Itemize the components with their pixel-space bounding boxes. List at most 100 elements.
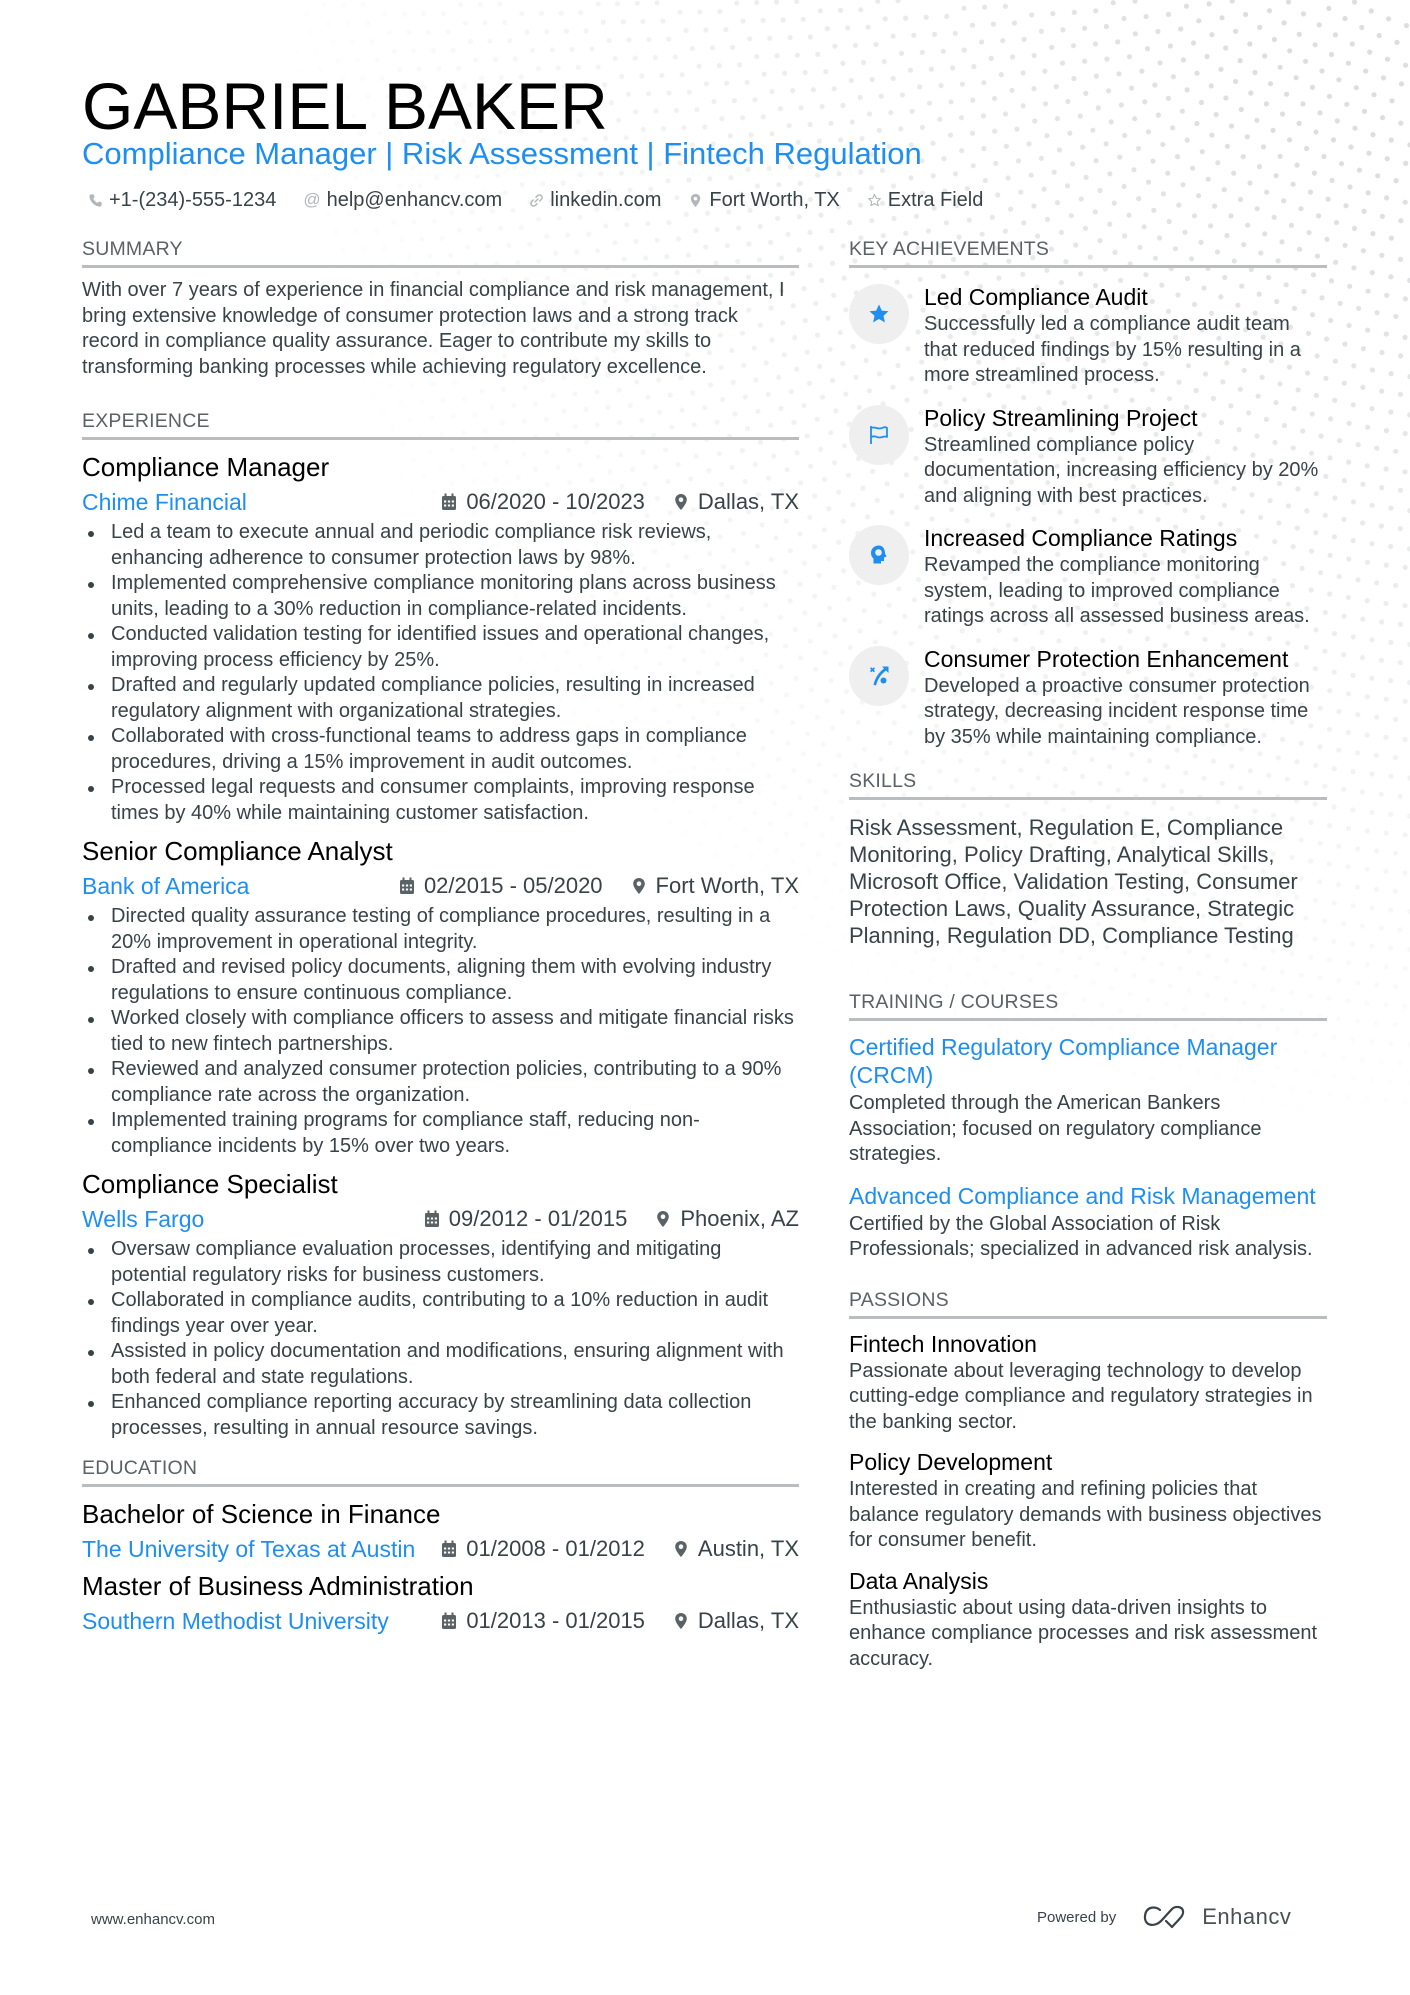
passion-item: Fintech Innovation Passionate about lever… (849, 1329, 1327, 1436)
phone-icon (88, 193, 103, 208)
company-name[interactable]: Chime Financial (82, 489, 441, 516)
location-icon (631, 877, 647, 895)
left-column: SUMMARY With over 7 years of experience … (82, 236, 799, 1641)
calendar-icon (424, 1210, 440, 1228)
footer-powered-by: Powered by Enhancv (1037, 1904, 1291, 1930)
education-location-text: Austin, TX (697, 1536, 799, 1562)
job-location-text: Phoenix, AZ (680, 1206, 799, 1232)
enhancv-logo-icon (1144, 1905, 1185, 1929)
calendar-icon (441, 1612, 457, 1630)
bullet-item: Collaborated in compliance audits, contr… (82, 1288, 799, 1339)
job-meta-row: Bank of America 02/2015 - 05/2020 Fort Wor… (82, 868, 799, 904)
contact-row: +1-(234)-555-1234 @ help@enhancv.com lin… (88, 186, 1010, 214)
education-list: Bachelor of Science in Finance The Univer… (82, 1497, 799, 1639)
achievement-item: Increased Compliance Ratings Revamped the… (849, 523, 1327, 630)
job-location-text: Fort Worth, TX (655, 873, 799, 899)
contact-extra-field: Extra Field (867, 189, 983, 212)
right-column: KEY ACHIEVEMENTS Led Compliance Audit Suc… (849, 236, 1327, 1684)
bullet-item: Oversaw compliance evaluation processes,… (82, 1237, 799, 1288)
achievement-title: Policy Streamlining Project (924, 404, 1198, 431)
passion-title: Fintech Innovation (849, 1330, 1037, 1357)
job-bullets: Oversaw compliance evaluation processes,… (82, 1237, 799, 1441)
job-title: Compliance Manager (82, 452, 330, 483)
training-section: TRAINING / COURSES Certified Regulatory … (849, 989, 1327, 1263)
contact-location: Fort Worth, TX (688, 189, 840, 212)
location-icon (655, 1210, 671, 1228)
education-dates-text: 01/2008 - 01/2012 (466, 1536, 645, 1562)
passions-list: Fintech Innovation Passionate about lever… (849, 1329, 1327, 1673)
passion-item: Policy Development Interested in creating… (849, 1447, 1327, 1554)
education-location: Dallas, TX (673, 1608, 799, 1634)
achievement-title: Consumer Protection Enhancement (924, 645, 1289, 672)
education-entry: Master of Business Administration Souther… (82, 1569, 799, 1639)
flag-icon (849, 404, 909, 465)
location-icon (673, 1612, 689, 1630)
bullet-item: Assisted in policy documentation and mod… (82, 1339, 799, 1390)
bullet-item: Implemented comprehensive compliance mon… (82, 571, 799, 622)
enhancv-logo-text: Enhancv (1202, 1904, 1292, 1929)
job-location-text: Dallas, TX (697, 489, 799, 515)
bullet-item: Enhanced compliance reporting accuracy b… (82, 1390, 799, 1441)
education-location: Austin, TX (673, 1536, 799, 1562)
education-section: EDUCATION Bachelor of Science in Finance… (82, 1455, 799, 1639)
passion-title: Policy Development (849, 1449, 1053, 1475)
phone-text: +1-(234)-555-1234 (109, 188, 277, 211)
passion-description: Interested in creating and refining poli… (849, 1478, 1322, 1551)
education-dates-text: 01/2013 - 01/2015 (466, 1608, 645, 1634)
job-title: Compliance Specialist (82, 1169, 338, 1200)
education-location-text: Dallas, TX (697, 1608, 799, 1634)
calendar-icon (441, 493, 457, 511)
experience-section: EXPERIENCE Compliance Manager Chime Finan… (82, 408, 799, 1441)
job-meta-row: Chime Financial 06/2020 - 10/2023 Dallas, … (82, 484, 799, 520)
bullet-item: Worked closely with compliance officers … (82, 1006, 799, 1057)
achievement-description: Successfully led a compliance audit team… (924, 313, 1301, 386)
job-dates-text: 06/2020 - 10/2023 (466, 489, 645, 515)
bullet-item: Implemented training programs for compli… (82, 1108, 799, 1159)
degree-title: Bachelor of Science in Finance (82, 1499, 441, 1530)
enhancv-logo[interactable]: Enhancv (1142, 1904, 1291, 1930)
candidate-headline: Compliance Manager | Risk Assessment | F… (82, 136, 922, 171)
school-name[interactable]: The University of Texas at Austin (82, 1536, 441, 1563)
company-name[interactable]: Bank of America (82, 873, 399, 900)
section-title-training: TRAINING / COURSES (849, 989, 1327, 1021)
summary-section: SUMMARY With over 7 years of experience … (82, 236, 799, 380)
achievement-description: Developed a proactive consumer protectio… (924, 674, 1310, 748)
bullet-item: Processed legal requests and consumer co… (82, 775, 799, 826)
linkedin-text: linkedin.com (550, 188, 662, 211)
course-description: Certified by the Global Association of R… (849, 1212, 1313, 1261)
course-description: Completed through the American Bankers A… (849, 1092, 1262, 1165)
calendar-icon (399, 877, 415, 895)
section-title-skills: SKILLS (849, 768, 1327, 800)
course-item: Advanced Compliance and Risk Management C… (849, 1182, 1327, 1263)
contact-linkedin[interactable]: linkedin.com (529, 189, 661, 212)
passion-description: Enthusiastic about using data-driven ins… (849, 1596, 1318, 1670)
powered-by-label: Powered by (1037, 1908, 1117, 1926)
link-icon (529, 193, 544, 208)
job-dates: 06/2020 - 10/2023 (441, 489, 645, 515)
course-title[interactable]: Certified Regulatory Compliance Manager … (849, 1033, 1327, 1089)
job-bullets: Directed quality assurance testing of co… (82, 904, 799, 1159)
passions-section: PASSIONS Fintech Innovation Passionate ab… (849, 1287, 1327, 1673)
achievement-description: Revamped the compliance monitoring syste… (924, 554, 1310, 627)
school-name[interactable]: Southern Methodist University (82, 1608, 441, 1635)
contact-email[interactable]: @ help@enhancv.com (303, 189, 502, 212)
experience-entry: Compliance Specialist Wells Fargo 09/2012 … (82, 1167, 799, 1441)
job-dates: 02/2015 - 05/2020 (399, 873, 603, 899)
contact-phone[interactable]: +1-(234)-555-1234 (88, 189, 276, 212)
email-text: help@enhancv.com (326, 188, 503, 211)
at-icon: @ (303, 190, 321, 209)
passion-item: Data Analysis Enthusiastic about using da… (849, 1566, 1327, 1673)
achievement-item: Consumer Protection Enhancement Developed… (849, 644, 1327, 751)
skills-section: SKILLS Risk Assessment, Regulation E, Co… (849, 768, 1327, 949)
passion-description: Passionate about leveraging technology t… (849, 1359, 1313, 1433)
bullet-item: Collaborated with cross-functional teams… (82, 724, 799, 775)
training-list: Certified Regulatory Compliance Manager … (849, 1033, 1327, 1263)
footer-website[interactable]: www.enhancv.com (91, 1910, 215, 1930)
candidate-name: GABRIEL BAKER (82, 69, 608, 143)
star-icon (849, 284, 909, 344)
bullet-item: Directed quality assurance testing of co… (82, 904, 799, 955)
passion-title: Data Analysis (849, 1567, 989, 1594)
course-item: Certified Regulatory Compliance Manager … (849, 1033, 1327, 1168)
course-title[interactable]: Advanced Compliance and Risk Management (849, 1182, 1327, 1210)
company-name[interactable]: Wells Fargo (82, 1206, 424, 1233)
